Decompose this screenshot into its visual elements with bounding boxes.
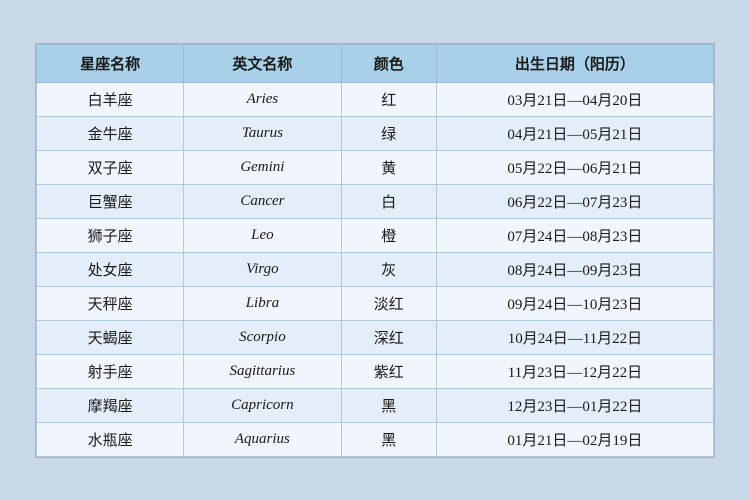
cell-color: 黑 <box>341 422 436 456</box>
header-english-name: 英文名称 <box>184 44 341 82</box>
table-body: 白羊座Aries红03月21日—04月20日金牛座Taurus绿04月21日—0… <box>37 82 714 456</box>
cell-chinese-name: 双子座 <box>37 150 184 184</box>
table-row: 水瓶座Aquarius黑01月21日—02月19日 <box>37 422 714 456</box>
zodiac-table-container: 星座名称 英文名称 颜色 出生日期（阳历） 白羊座Aries红03月21日—04… <box>35 43 715 458</box>
cell-color: 黄 <box>341 150 436 184</box>
cell-color: 淡红 <box>341 286 436 320</box>
cell-chinese-name: 射手座 <box>37 354 184 388</box>
cell-chinese-name: 金牛座 <box>37 116 184 150</box>
cell-english-name: Taurus <box>184 116 341 150</box>
cell-chinese-name: 狮子座 <box>37 218 184 252</box>
cell-english-name: Virgo <box>184 252 341 286</box>
cell-dates: 06月22日—07月23日 <box>436 184 713 218</box>
cell-english-name: Libra <box>184 286 341 320</box>
cell-color: 橙 <box>341 218 436 252</box>
cell-chinese-name: 天蝎座 <box>37 320 184 354</box>
cell-color: 深红 <box>341 320 436 354</box>
table-row: 白羊座Aries红03月21日—04月20日 <box>37 82 714 116</box>
cell-dates: 01月21日—02月19日 <box>436 422 713 456</box>
cell-english-name: Capricorn <box>184 388 341 422</box>
header-dates: 出生日期（阳历） <box>436 44 713 82</box>
table-row: 双子座Gemini黄05月22日—06月21日 <box>37 150 714 184</box>
table-row: 金牛座Taurus绿04月21日—05月21日 <box>37 116 714 150</box>
table-row: 摩羯座Capricorn黑12月23日—01月22日 <box>37 388 714 422</box>
table-row: 天秤座Libra淡红09月24日—10月23日 <box>37 286 714 320</box>
table-row: 射手座Sagittarius紫红11月23日—12月22日 <box>37 354 714 388</box>
cell-color: 灰 <box>341 252 436 286</box>
cell-chinese-name: 巨蟹座 <box>37 184 184 218</box>
cell-dates: 12月23日—01月22日 <box>436 388 713 422</box>
cell-color: 紫红 <box>341 354 436 388</box>
cell-dates: 11月23日—12月22日 <box>436 354 713 388</box>
cell-color: 绿 <box>341 116 436 150</box>
cell-dates: 05月22日—06月21日 <box>436 150 713 184</box>
header-chinese-name: 星座名称 <box>37 44 184 82</box>
table-row: 处女座Virgo灰08月24日—09月23日 <box>37 252 714 286</box>
cell-color: 白 <box>341 184 436 218</box>
cell-english-name: Cancer <box>184 184 341 218</box>
cell-dates: 10月24日—11月22日 <box>436 320 713 354</box>
table-row: 天蝎座Scorpio深红10月24日—11月22日 <box>37 320 714 354</box>
cell-dates: 03月21日—04月20日 <box>436 82 713 116</box>
header-color: 颜色 <box>341 44 436 82</box>
table-header-row: 星座名称 英文名称 颜色 出生日期（阳历） <box>37 44 714 82</box>
cell-english-name: Aries <box>184 82 341 116</box>
cell-color: 黑 <box>341 388 436 422</box>
cell-english-name: Aquarius <box>184 422 341 456</box>
cell-dates: 04月21日—05月21日 <box>436 116 713 150</box>
cell-chinese-name: 摩羯座 <box>37 388 184 422</box>
table-row: 巨蟹座Cancer白06月22日—07月23日 <box>37 184 714 218</box>
cell-color: 红 <box>341 82 436 116</box>
cell-english-name: Scorpio <box>184 320 341 354</box>
cell-dates: 09月24日—10月23日 <box>436 286 713 320</box>
cell-dates: 08月24日—09月23日 <box>436 252 713 286</box>
cell-chinese-name: 水瓶座 <box>37 422 184 456</box>
cell-english-name: Leo <box>184 218 341 252</box>
table-row: 狮子座Leo橙07月24日—08月23日 <box>37 218 714 252</box>
cell-chinese-name: 天秤座 <box>37 286 184 320</box>
cell-english-name: Sagittarius <box>184 354 341 388</box>
zodiac-table: 星座名称 英文名称 颜色 出生日期（阳历） 白羊座Aries红03月21日—04… <box>36 44 714 457</box>
cell-chinese-name: 处女座 <box>37 252 184 286</box>
cell-dates: 07月24日—08月23日 <box>436 218 713 252</box>
cell-chinese-name: 白羊座 <box>37 82 184 116</box>
cell-english-name: Gemini <box>184 150 341 184</box>
